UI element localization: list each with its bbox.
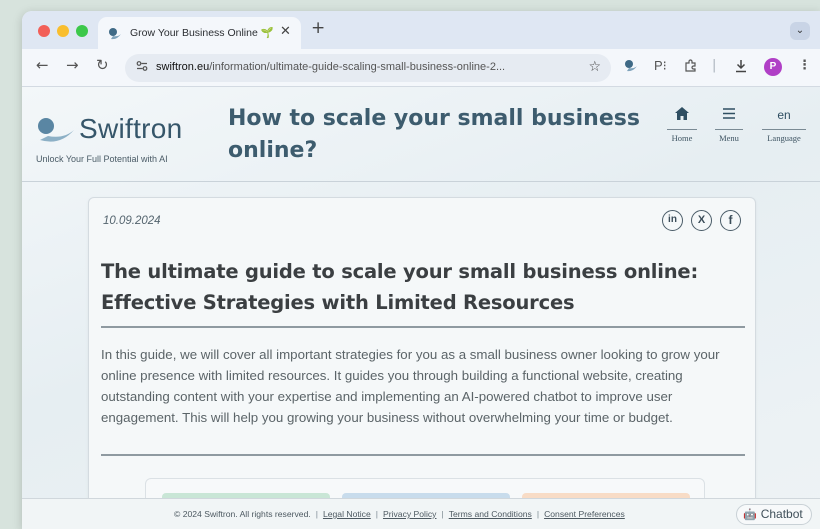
article-title: The ultimate guide to scale your small b… — [101, 260, 699, 314]
facebook-icon[interactable]: f — [720, 210, 741, 231]
tab-title: Grow Your Business Online 🌱 — [130, 27, 274, 39]
back-arrow-icon[interactable]: ← — [36, 58, 49, 73]
browser-window: Grow Your Business Online 🌱 ✕ + ⌄ ← → ↻ … — [22, 11, 820, 529]
forward-arrow-icon[interactable]: → — [66, 58, 79, 73]
brand-tagline: Unlock Your Full Potential with AI — [36, 154, 168, 164]
extension-swiftron-icon[interactable] — [624, 59, 638, 76]
tab-strip: Grow Your Business Online 🌱 ✕ + ⌄ — [22, 11, 820, 49]
article-intro: In this guide, we will cover all importa… — [101, 347, 720, 425]
url-text[interactable]: swiftron.eu/information/ultimate-guide-s… — [156, 61, 505, 73]
browser-toolbar: ← → ↻ swiftron.eu/information/ultimate-g… — [22, 49, 820, 87]
maximize-window-button[interactable] — [76, 25, 88, 37]
bookmark-star-icon[interactable]: ☆ — [588, 59, 601, 75]
chatbot-label: Chatbot — [760, 507, 803, 521]
chatbot-icon: 🤖 — [743, 509, 757, 521]
title-divider — [101, 326, 745, 328]
x-twitter-icon[interactable]: X — [691, 210, 712, 231]
reload-icon[interactable]: ↻ — [96, 58, 109, 73]
menu-icon — [715, 107, 743, 125]
close-window-button[interactable] — [38, 25, 50, 37]
linkedin-icon[interactable]: in — [662, 210, 683, 231]
nav-menu-label: Menu — [715, 129, 743, 143]
privacy-policy-link[interactable]: Privacy Policy — [383, 509, 436, 519]
consent-preferences-link[interactable]: Consent Preferences — [544, 509, 625, 519]
tab-active[interactable]: Grow Your Business Online 🌱 ✕ — [98, 17, 301, 49]
copyright-text: © 2024 Swiftron. All rights reserved. — [174, 509, 311, 519]
site-header: Swiftron Unlock Your Full Potential with… — [22, 87, 820, 182]
home-icon — [667, 107, 697, 125]
language-value: en — [777, 108, 791, 122]
extensions-puzzle-icon[interactable] — [684, 59, 698, 76]
download-icon[interactable] — [734, 59, 748, 76]
nav-home[interactable]: Home — [667, 107, 697, 143]
brand-name[interactable]: Swiftron — [79, 113, 183, 145]
address-bar[interactable]: swiftron.eu/information/ultimate-guide-s… — [125, 54, 611, 82]
footer-links: © 2024 Swiftron. All rights reserved. | Le… — [174, 509, 625, 519]
nav-language[interactable]: en Language — [762, 107, 806, 143]
new-tab-button[interactable]: + — [311, 20, 325, 37]
extension-reader-icon[interactable]: P⁝ — [654, 59, 667, 72]
tab-close-icon[interactable]: ✕ — [280, 24, 291, 39]
nav-menu[interactable]: Menu — [715, 107, 743, 143]
site-settings-icon[interactable] — [136, 60, 148, 75]
swiftron-logo-icon[interactable] — [36, 116, 76, 150]
minimize-window-button[interactable] — [57, 25, 69, 37]
kebab-menu-icon[interactable]: ⋮ — [798, 59, 811, 72]
terms-link[interactable]: Terms and Conditions — [449, 509, 532, 519]
nav-home-label: Home — [667, 129, 697, 143]
chatbot-button[interactable]: 🤖 Chatbot — [736, 504, 812, 525]
site-footer: © 2024 Swiftron. All rights reserved. | Le… — [22, 498, 820, 529]
tab-search-icon[interactable]: ⌄ — [790, 22, 810, 40]
legal-notice-link[interactable]: Legal Notice — [323, 509, 371, 519]
profile-avatar[interactable]: P — [764, 58, 782, 76]
intro-divider — [101, 454, 745, 456]
web-page: Swiftron Unlock Your Full Potential with… — [22, 87, 820, 529]
swiftron-favicon-icon — [108, 26, 122, 45]
article-date: 10.09.2024 — [103, 215, 161, 227]
nav-language-label: Language — [762, 129, 806, 143]
article-card: 10.09.2024 in X f The ultimate guide to … — [88, 197, 756, 529]
toolbar-divider: | — [712, 58, 717, 73]
page-title: How to scale your small business online? — [228, 106, 640, 163]
